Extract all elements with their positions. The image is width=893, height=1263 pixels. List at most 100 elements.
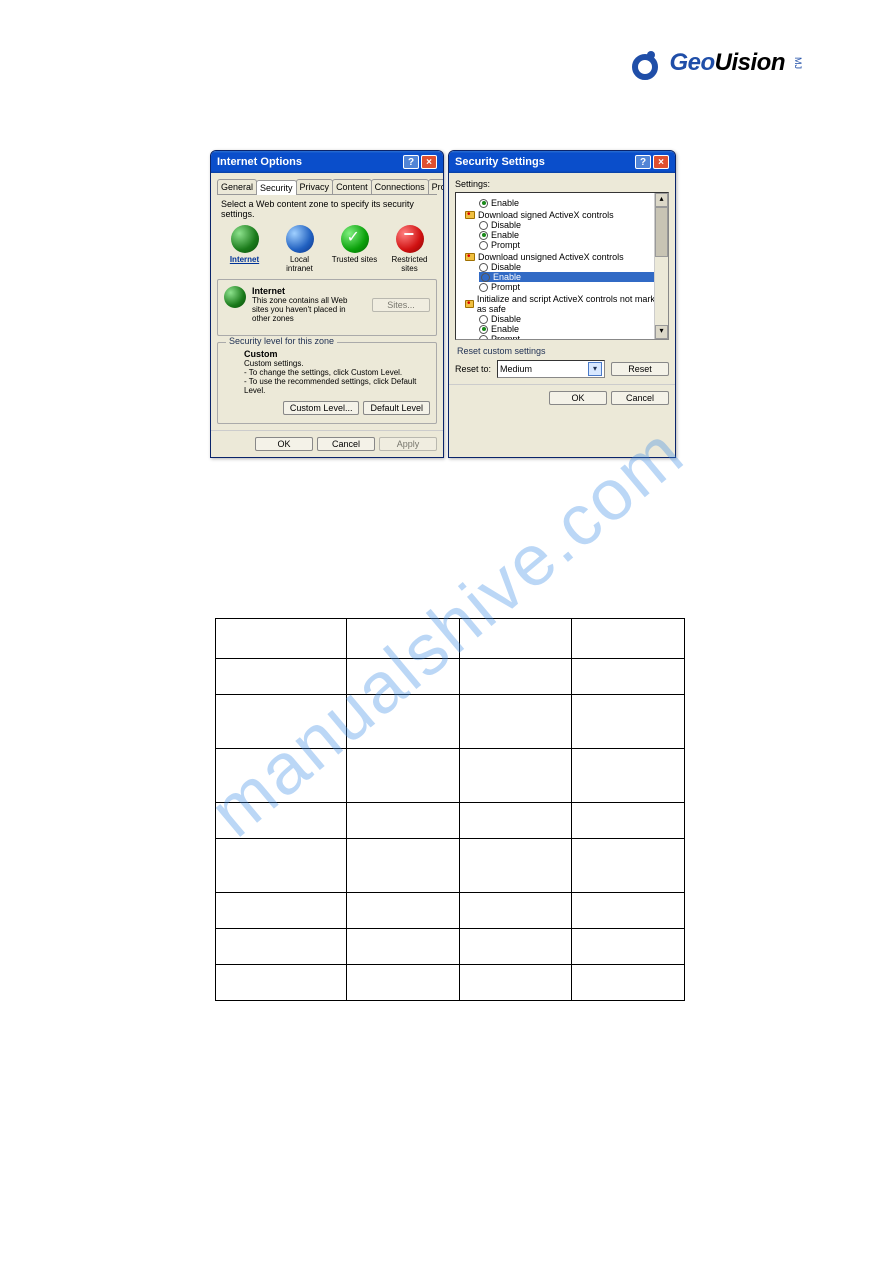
tab-privacy[interactable]: Privacy bbox=[296, 179, 334, 194]
table-row bbox=[216, 893, 685, 929]
radio-icon bbox=[479, 199, 488, 208]
globe-icon bbox=[224, 286, 246, 308]
reset-to-combo[interactable]: Medium ▾ bbox=[497, 360, 605, 378]
table-row bbox=[216, 965, 685, 1001]
option-disable[interactable]: Disable bbox=[479, 262, 665, 272]
option-prompt[interactable]: Prompt bbox=[479, 334, 665, 340]
window-title: Security Settings bbox=[455, 156, 635, 168]
globe-icon bbox=[231, 225, 259, 253]
apply-button: Apply bbox=[379, 437, 437, 451]
table-row bbox=[216, 803, 685, 839]
group-label: Security level for this zone bbox=[226, 336, 337, 346]
radio-icon bbox=[479, 335, 488, 341]
reset-button[interactable]: Reset bbox=[611, 362, 669, 376]
tab-content[interactable]: Content bbox=[332, 179, 372, 194]
settings-list[interactable]: Enable Download signed ActiveX controls … bbox=[455, 192, 669, 340]
option-prompt[interactable]: Prompt bbox=[479, 240, 665, 250]
reset-custom-label: Reset custom settings bbox=[457, 346, 669, 356]
titlebar[interactable]: Security Settings ? × bbox=[449, 151, 675, 173]
radio-icon bbox=[479, 263, 488, 272]
tree-item-initialize-script: Initialize and script ActiveX controls n… bbox=[465, 294, 665, 314]
scrollbar[interactable]: ▴ ▾ bbox=[654, 193, 668, 339]
zone-trusted[interactable]: Trusted sites bbox=[331, 225, 379, 273]
tree-item-download-unsigned: Download unsigned ActiveX controls bbox=[465, 252, 665, 262]
zone-prompt: Select a Web content zone to specify its… bbox=[221, 199, 433, 219]
table-row bbox=[216, 619, 685, 659]
security-settings-window: Security Settings ? × Settings: Enable D… bbox=[448, 150, 676, 458]
sec-line2: - To use the recommended settings, click… bbox=[244, 377, 430, 395]
tab-security[interactable]: Security bbox=[256, 180, 297, 195]
restricted-icon bbox=[396, 225, 424, 253]
logo: GeoUision MJ bbox=[627, 45, 803, 81]
sites-button: Sites... bbox=[372, 298, 430, 312]
scroll-up-icon[interactable]: ▴ bbox=[655, 193, 668, 207]
option-enable[interactable]: Enable bbox=[479, 272, 665, 282]
security-level-group: Security level for this zone Custom Cust… bbox=[217, 342, 437, 424]
zone-internet[interactable]: Internet bbox=[221, 225, 269, 273]
reset-to-label: Reset to: bbox=[455, 364, 491, 374]
tabs: General Security Privacy Content Connect… bbox=[217, 179, 437, 195]
option-disable[interactable]: Disable bbox=[479, 220, 665, 230]
scroll-thumb[interactable] bbox=[655, 207, 668, 257]
activex-icon bbox=[465, 211, 475, 219]
chevron-down-icon[interactable]: ▾ bbox=[588, 362, 602, 376]
table-row bbox=[216, 695, 685, 749]
table-row bbox=[216, 929, 685, 965]
radio-icon bbox=[479, 283, 488, 292]
tab-general[interactable]: General bbox=[217, 179, 257, 194]
close-button[interactable]: × bbox=[653, 155, 669, 169]
cancel-button[interactable]: Cancel bbox=[317, 437, 375, 451]
option-enable[interactable]: Enable bbox=[479, 198, 665, 208]
activex-icon bbox=[465, 253, 475, 261]
radio-icon bbox=[479, 231, 488, 240]
empty-table bbox=[215, 618, 685, 1001]
radio-icon bbox=[479, 315, 488, 324]
radio-icon bbox=[481, 273, 490, 282]
internet-options-window: Internet Options ? × General Security Pr… bbox=[210, 150, 444, 458]
sec-sub: Custom settings. bbox=[244, 359, 430, 368]
window-title: Internet Options bbox=[217, 156, 403, 168]
reset-row: Reset to: Medium ▾ Reset bbox=[455, 360, 669, 378]
default-level-button[interactable]: Default Level bbox=[363, 401, 430, 415]
screenshot-group: Internet Options ? × General Security Pr… bbox=[210, 150, 676, 458]
logo-geo: Geo bbox=[669, 49, 714, 76]
table-row bbox=[216, 839, 685, 893]
titlebar[interactable]: Internet Options ? × bbox=[211, 151, 443, 173]
option-enable[interactable]: Enable bbox=[479, 324, 665, 334]
close-button[interactable]: × bbox=[421, 155, 437, 169]
activex-icon bbox=[465, 300, 474, 308]
combo-value: Medium bbox=[500, 364, 532, 374]
radio-icon bbox=[479, 221, 488, 230]
scroll-down-icon[interactable]: ▾ bbox=[655, 325, 668, 339]
ok-button[interactable]: OK bbox=[549, 391, 607, 405]
tab-connections[interactable]: Connections bbox=[371, 179, 429, 194]
sec-line1: - To change the settings, click Custom L… bbox=[244, 368, 430, 377]
radio-icon bbox=[479, 241, 488, 250]
tree-item-download-signed: Download signed ActiveX controls bbox=[465, 210, 665, 220]
logo-vision: Uision bbox=[715, 49, 785, 76]
option-prompt[interactable]: Prompt bbox=[479, 282, 665, 292]
help-button[interactable]: ? bbox=[403, 155, 419, 169]
option-enable[interactable]: Enable bbox=[479, 230, 665, 240]
settings-label: Settings: bbox=[455, 179, 669, 189]
intranet-icon bbox=[286, 225, 314, 253]
logo-icon bbox=[627, 45, 663, 81]
logo-text: GeoUision bbox=[669, 49, 785, 77]
sec-heading: Custom bbox=[244, 349, 430, 359]
zone-description: This zone contains all Web sites you hav… bbox=[252, 296, 366, 323]
radio-icon bbox=[479, 325, 488, 334]
option-disable[interactable]: Disable bbox=[479, 314, 665, 324]
table-row bbox=[216, 749, 685, 803]
zone-restricted[interactable]: Restricted sites bbox=[386, 225, 434, 273]
logo-sub: MJ bbox=[793, 57, 803, 69]
cancel-button[interactable]: Cancel bbox=[611, 391, 669, 405]
zone-details: Internet This zone contains all Web site… bbox=[217, 279, 437, 336]
zone-local-intranet[interactable]: Local intranet bbox=[276, 225, 324, 273]
table-row bbox=[216, 659, 685, 695]
check-icon bbox=[341, 225, 369, 253]
help-button[interactable]: ? bbox=[635, 155, 651, 169]
ok-button[interactable]: OK bbox=[255, 437, 313, 451]
tab-programs[interactable]: Programs bbox=[428, 179, 444, 194]
zone-name: Internet bbox=[252, 286, 366, 296]
custom-level-button[interactable]: Custom Level... bbox=[283, 401, 360, 415]
